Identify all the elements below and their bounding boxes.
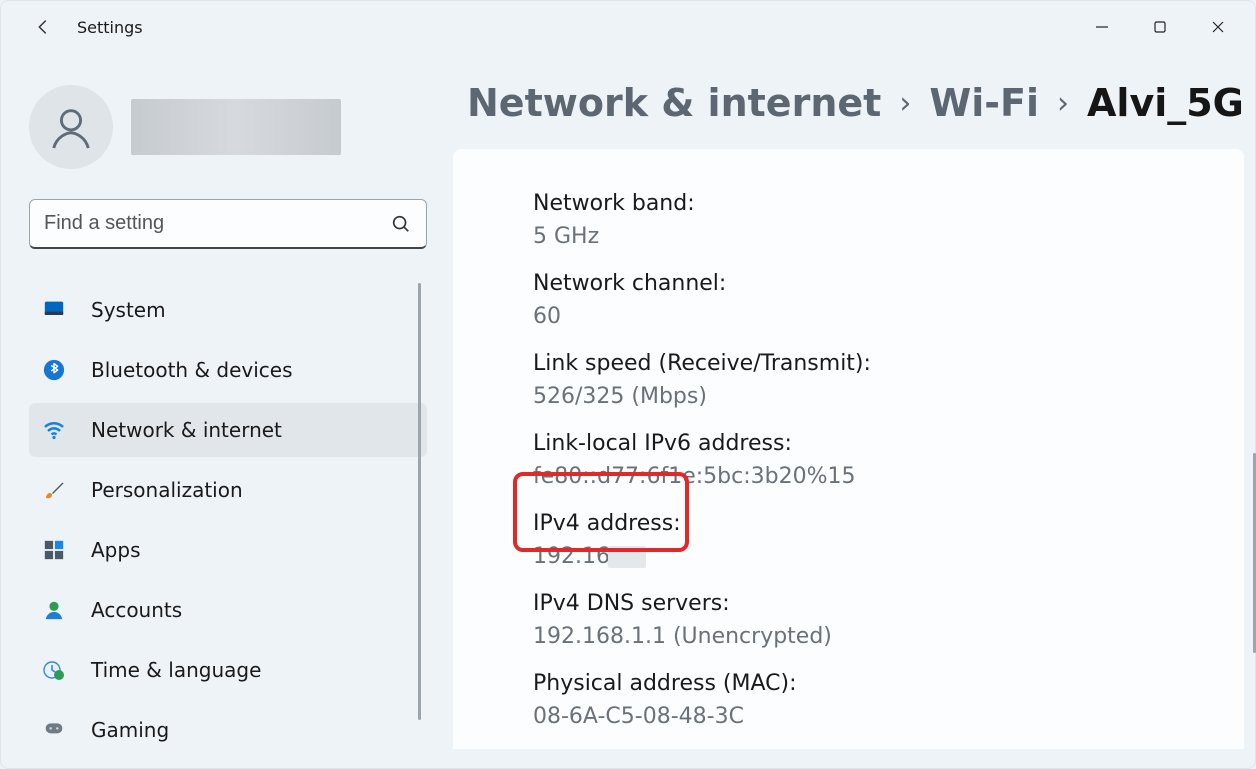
display-icon (41, 297, 67, 323)
wifi-icon (41, 417, 67, 443)
sidebar-item-bluetooth[interactable]: Bluetooth & devices (29, 343, 427, 397)
sidebar-item-network[interactable]: Network & internet (29, 403, 427, 457)
value: 5 GHz (533, 224, 1244, 249)
row-mac-address: Physical address (MAC): 08-6A-C5-08-48-3… (533, 671, 1244, 729)
label: Network band: (533, 191, 1244, 216)
window-controls (1073, 7, 1247, 47)
breadcrumb-leaf: Alvi_5G (1087, 81, 1244, 125)
value: 192.168.1.1 (Unencrypted) (533, 624, 1244, 649)
value: 60 (533, 304, 1244, 329)
gamepad-icon (41, 717, 67, 743)
sidebar-item-system[interactable]: System (29, 283, 427, 337)
sidebar-item-label: Accounts (91, 598, 182, 622)
chevron-right-icon: › (1057, 86, 1069, 121)
sidebar-nav: System Bluetooth & devices Network & int… (29, 283, 427, 757)
breadcrumb: Network & internet › Wi-Fi › Alvi_5G (447, 81, 1244, 125)
sidebar-item-personalization[interactable]: Personalization (29, 463, 427, 517)
row-ipv4-address: IPv4 address: 192.16 (533, 511, 1244, 569)
sidebar-item-label: Personalization (91, 478, 243, 502)
breadcrumb-wifi[interactable]: Wi-Fi (929, 81, 1039, 125)
row-ipv6-link-local: Link-local IPv6 address: fe80::d77:6f1e:… (533, 431, 1244, 489)
content-scrollbar[interactable] (1253, 453, 1256, 653)
titlebar: Settings (1, 1, 1255, 53)
brush-icon (41, 477, 67, 503)
apps-icon (41, 537, 67, 563)
value: 526/325 (Mbps) (533, 384, 1244, 409)
sidebar-scrollbar[interactable] (418, 283, 421, 720)
profile-block[interactable] (29, 85, 427, 169)
maximize-button[interactable] (1131, 7, 1189, 47)
value: fe80::d77:6f1e:5bc:3b20%15 (533, 464, 1244, 489)
search-icon (390, 213, 412, 235)
value: 192.16 (533, 544, 1244, 569)
sidebar-item-time-language[interactable]: Time & language (29, 643, 427, 697)
label: IPv4 DNS servers: (533, 591, 1244, 616)
sidebar-item-label: Apps (91, 538, 141, 562)
label: Link speed (Receive/Transmit): (533, 351, 1244, 376)
back-button[interactable] (21, 5, 65, 49)
chevron-right-icon: › (899, 86, 911, 121)
row-ipv4-dns: IPv4 DNS servers: 192.168.1.1 (Unencrypt… (533, 591, 1244, 649)
value: 08-6A-C5-08-48-3C (533, 704, 1244, 729)
sidebar: System Bluetooth & devices Network & int… (1, 53, 447, 768)
label: Link-local IPv6 address: (533, 431, 1244, 456)
label: Network channel: (533, 271, 1244, 296)
sidebar-item-gaming[interactable]: Gaming (29, 703, 427, 757)
content: Network & internet › Wi-Fi › Alvi_5G Net… (447, 53, 1256, 768)
breadcrumb-root[interactable]: Network & internet (467, 81, 881, 125)
sidebar-item-label: System (91, 298, 166, 322)
row-link-speed: Link speed (Receive/Transmit): 526/325 (… (533, 351, 1244, 409)
sidebar-item-label: Network & internet (91, 418, 282, 442)
bluetooth-icon (41, 357, 67, 383)
user-name-redacted (131, 99, 341, 155)
person-icon (41, 597, 67, 623)
label: IPv4 address: (533, 511, 1244, 536)
avatar (29, 85, 113, 169)
sidebar-item-accounts[interactable]: Accounts (29, 583, 427, 637)
sidebar-item-label: Time & language (91, 658, 261, 682)
minimize-button[interactable] (1073, 7, 1131, 47)
sidebar-item-label: Gaming (91, 718, 169, 742)
sidebar-item-apps[interactable]: Apps (29, 523, 427, 577)
clock-globe-icon (41, 657, 67, 683)
window-title: Settings (77, 18, 143, 37)
search-input[interactable] (44, 212, 390, 235)
network-details-panel: Network band: 5 GHz Network channel: 60 … (453, 149, 1244, 749)
close-button[interactable] (1189, 7, 1247, 47)
sidebar-item-label: Bluetooth & devices (91, 358, 293, 382)
label: Physical address (MAC): (533, 671, 1244, 696)
row-network-channel: Network channel: 60 (533, 271, 1244, 329)
search-box[interactable] (29, 199, 427, 249)
row-network-band: Network band: 5 GHz (533, 191, 1244, 249)
ipv4-redacted (608, 546, 646, 568)
